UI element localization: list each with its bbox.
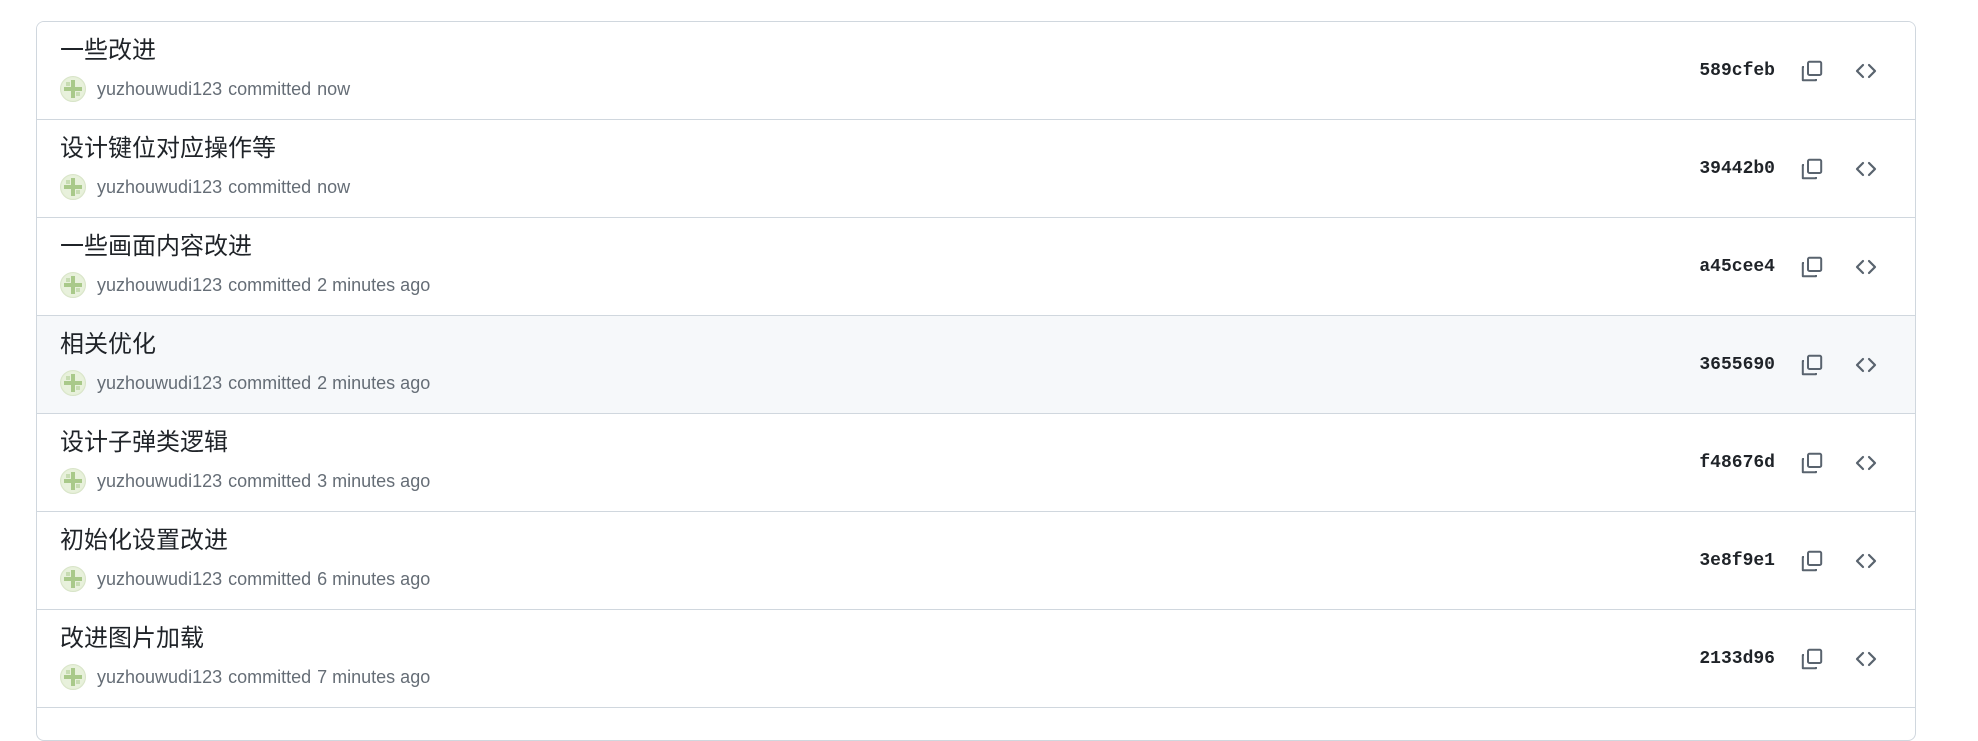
author-avatar[interactable] xyxy=(60,468,86,494)
browse-repository-button[interactable] xyxy=(1850,55,1882,87)
commit-meta: yuzhouwudi123 committed 3 minutes ago xyxy=(60,468,430,494)
commit-list: 一些改进 yuzhouwudi123 committed now 589cfeb xyxy=(36,21,1916,741)
commit-row: 改进图片加载 yuzhouwudi123 committed 7 minutes… xyxy=(37,610,1915,708)
copy-icon xyxy=(1801,648,1823,670)
browse-repository-button[interactable] xyxy=(1850,349,1882,381)
commit-message-link[interactable]: 设计键位对应操作等 xyxy=(60,134,276,164)
commit-meta: yuzhouwudi123 committed 6 minutes ago xyxy=(60,566,430,592)
commit-sha-link[interactable]: 2133d96 xyxy=(1699,644,1775,674)
code-icon xyxy=(1855,455,1877,471)
commit-message-link[interactable]: 初始化设置改进 xyxy=(60,526,228,556)
commit-message-link[interactable]: 设计子弹类逻辑 xyxy=(60,428,228,458)
commit-message-link[interactable]: 一些画面内容改进 xyxy=(60,232,252,262)
author-link[interactable]: yuzhouwudi123 xyxy=(97,471,222,492)
code-icon xyxy=(1855,357,1877,373)
author-avatar[interactable] xyxy=(60,370,86,396)
browse-repository-button[interactable] xyxy=(1850,153,1882,185)
code-icon xyxy=(1855,161,1877,177)
commit-time: 2 minutes ago xyxy=(317,274,431,295)
copy-icon xyxy=(1801,354,1823,376)
commit-message-link[interactable]: 改进图片加载 xyxy=(60,624,204,654)
browse-repository-button[interactable] xyxy=(1850,251,1882,283)
commit-verb: committed xyxy=(228,372,312,393)
commit-time: now xyxy=(317,78,351,99)
author-link[interactable]: yuzhouwudi123 xyxy=(97,79,222,100)
commit-row: 一些改进 yuzhouwudi123 committed now 589cfeb xyxy=(37,22,1915,120)
commit-verb: committed xyxy=(228,568,312,589)
commit-row: 设计子弹类逻辑 yuzhouwudi123 committed 3 minute… xyxy=(37,414,1915,512)
browse-repository-button[interactable] xyxy=(1850,447,1882,479)
copy-sha-button[interactable] xyxy=(1796,251,1828,283)
copy-sha-button[interactable] xyxy=(1796,55,1828,87)
copy-icon xyxy=(1801,60,1823,82)
author-avatar[interactable] xyxy=(60,566,86,592)
commit-verb: committed xyxy=(228,470,312,491)
commit-sha-link[interactable]: f48676d xyxy=(1699,448,1775,478)
commit-verb: committed xyxy=(228,666,312,687)
commit-sha-link[interactable]: 39442b0 xyxy=(1699,154,1775,184)
code-icon xyxy=(1855,63,1877,79)
commit-sha-link[interactable]: a45cee4 xyxy=(1699,252,1775,282)
commit-sha-link[interactable]: 589cfeb xyxy=(1699,56,1775,86)
code-icon xyxy=(1855,651,1877,667)
commit-row: 一些画面内容改进 yuzhouwudi123 committed 2 minut… xyxy=(37,218,1915,316)
commit-time: 2 minutes ago xyxy=(317,372,431,393)
author-link[interactable]: yuzhouwudi123 xyxy=(97,373,222,394)
avatar-icon xyxy=(62,372,84,394)
commit-meta: yuzhouwudi123 committed 2 minutes ago xyxy=(60,272,430,298)
avatar-icon xyxy=(62,176,84,198)
avatar-icon xyxy=(62,78,84,100)
commit-row: 设计键位对应操作等 yuzhouwudi123 committed now 39… xyxy=(37,120,1915,218)
commit-time: 7 minutes ago xyxy=(317,666,431,687)
author-avatar[interactable] xyxy=(60,272,86,298)
commit-verb: committed xyxy=(228,176,312,197)
commit-verb: committed xyxy=(228,78,312,99)
author-link[interactable]: yuzhouwudi123 xyxy=(97,275,222,296)
commit-meta: yuzhouwudi123 committed now xyxy=(60,174,350,200)
browse-repository-button[interactable] xyxy=(1850,643,1882,675)
commit-time: now xyxy=(317,176,351,197)
copy-sha-button[interactable] xyxy=(1796,153,1828,185)
author-avatar[interactable] xyxy=(60,664,86,690)
commit-sha-link[interactable]: 3e8f9e1 xyxy=(1699,546,1775,576)
commit-row: 初始化设置改进 yuzhouwudi123 committed 6 minute… xyxy=(37,512,1915,610)
copy-icon xyxy=(1801,452,1823,474)
commit-row: 相关优化 yuzhouwudi123 committed 2 minutes a… xyxy=(37,316,1915,414)
commit-meta: yuzhouwudi123 committed 2 minutes ago xyxy=(60,370,430,396)
code-icon xyxy=(1855,553,1877,569)
avatar-icon xyxy=(62,568,84,590)
commit-meta: yuzhouwudi123 committed now xyxy=(60,76,350,102)
copy-icon xyxy=(1801,158,1823,180)
author-link[interactable]: yuzhouwudi123 xyxy=(97,177,222,198)
copy-sha-button[interactable] xyxy=(1796,447,1828,479)
commit-message-link[interactable]: 相关优化 xyxy=(60,330,156,360)
author-link[interactable]: yuzhouwudi123 xyxy=(97,569,222,590)
commit-message-link[interactable]: 一些改进 xyxy=(60,36,156,66)
commit-time: 3 minutes ago xyxy=(317,470,431,491)
commit-time: 6 minutes ago xyxy=(317,568,431,589)
avatar-icon xyxy=(62,470,84,492)
avatar-icon xyxy=(62,274,84,296)
avatar-icon xyxy=(62,666,84,688)
copy-icon xyxy=(1801,550,1823,572)
author-avatar[interactable] xyxy=(60,174,86,200)
commit-sha-link[interactable]: 3655690 xyxy=(1699,350,1775,380)
commit-meta: yuzhouwudi123 committed 7 minutes ago xyxy=(60,664,430,690)
browse-repository-button[interactable] xyxy=(1850,545,1882,577)
copy-sha-button[interactable] xyxy=(1796,349,1828,381)
copy-sha-button[interactable] xyxy=(1796,545,1828,577)
commit-verb: committed xyxy=(228,274,312,295)
author-avatar[interactable] xyxy=(60,76,86,102)
copy-icon xyxy=(1801,256,1823,278)
code-icon xyxy=(1855,259,1877,275)
copy-sha-button[interactable] xyxy=(1796,643,1828,675)
author-link[interactable]: yuzhouwudi123 xyxy=(97,667,222,688)
